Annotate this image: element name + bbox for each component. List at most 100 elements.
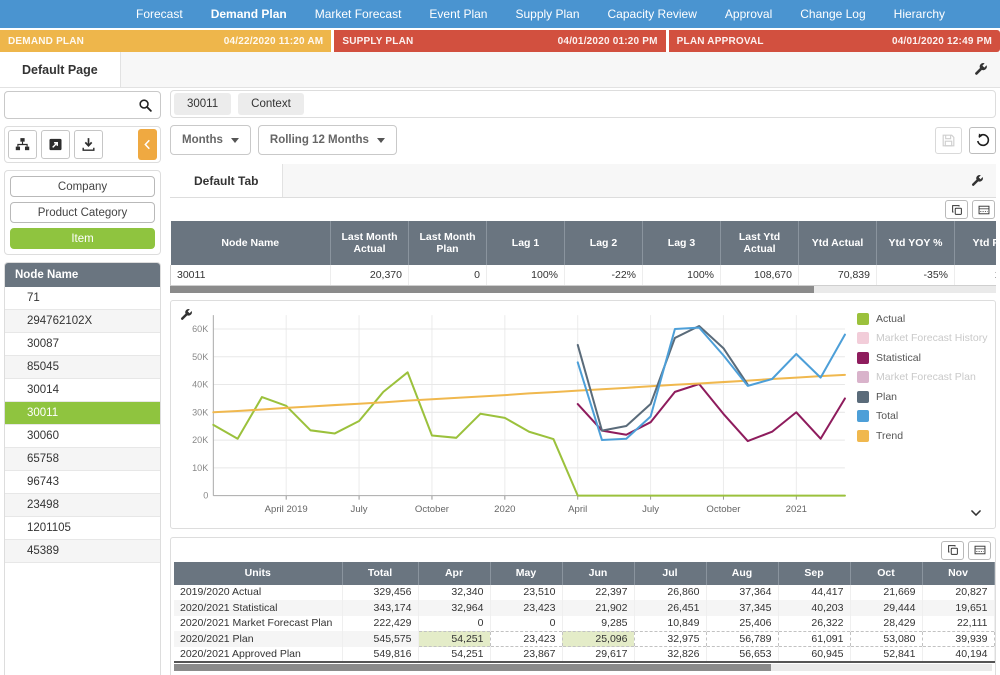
- dropdown-months[interactable]: Months: [170, 125, 251, 155]
- summary-col-last-month-plan[interactable]: Last Month Plan: [409, 221, 487, 265]
- detail-col-aug[interactable]: Aug: [706, 562, 778, 585]
- detail-col-may[interactable]: May: [490, 562, 562, 585]
- hierarchy-view-button[interactable]: [8, 130, 37, 159]
- detail-cell[interactable]: 54,251: [418, 631, 490, 647]
- detail-col-oct[interactable]: Oct: [850, 562, 922, 585]
- detail-cell: 343,174: [342, 600, 418, 616]
- summary-cell: 100%: [643, 265, 721, 285]
- scrollbar-thumb[interactable]: [174, 664, 771, 671]
- node-list-item[interactable]: 65758: [5, 448, 160, 471]
- node-list-item[interactable]: 1201105: [5, 517, 160, 540]
- nav-item-supply-plan[interactable]: Supply Plan: [501, 0, 593, 28]
- context-button-context[interactable]: Context: [238, 93, 304, 115]
- copy-grid-button[interactable]: [941, 541, 964, 560]
- detail-cell: 52,841: [850, 647, 922, 663]
- chart-collapse-chevron-down-icon[interactable]: [969, 506, 983, 520]
- node-list-item[interactable]: 23498: [5, 494, 160, 517]
- detail-horizontal-scrollbar[interactable]: [174, 664, 992, 671]
- export-icon: [977, 203, 991, 217]
- nav-item-forecast[interactable]: Forecast: [122, 0, 197, 28]
- detail-col-apr[interactable]: Apr: [418, 562, 490, 585]
- legend-label: Actual: [876, 313, 905, 325]
- legend-item-market-forecast-plan[interactable]: Market Forecast Plan: [857, 371, 991, 383]
- series-trend: [213, 374, 845, 411]
- nav-item-event-plan[interactable]: Event Plan: [415, 0, 501, 28]
- legend-swatch: [857, 352, 869, 364]
- nav-item-demand-plan[interactable]: Demand Plan: [197, 0, 301, 28]
- detail-col-sep[interactable]: Sep: [778, 562, 850, 585]
- open-external-button[interactable]: [41, 130, 70, 159]
- context-button-30011[interactable]: 30011: [174, 93, 231, 115]
- detail-cell: 32,964: [418, 600, 490, 616]
- summary-horizontal-scrollbar[interactable]: [170, 286, 996, 293]
- chart-settings-wrench-icon[interactable]: [179, 308, 193, 322]
- summary-col-last-ytd-actual[interactable]: Last Ytd Actual: [721, 221, 799, 265]
- detail-cell[interactable]: 39,939: [922, 631, 994, 647]
- nav-item-change-log[interactable]: Change Log: [786, 0, 879, 28]
- detail-row-label: 2019/2020 Actual: [174, 585, 342, 601]
- hierarchy-level-buttons: Company Product Category Item: [4, 170, 161, 255]
- node-list-item[interactable]: 71: [5, 287, 160, 310]
- legend-item-actual[interactable]: Actual: [857, 313, 991, 325]
- node-list-item[interactable]: 30060: [5, 425, 160, 448]
- detail-col-jul[interactable]: Jul: [634, 562, 706, 585]
- summary-col-lag-1[interactable]: Lag 1: [487, 221, 565, 265]
- nav-item-market-forecast[interactable]: Market Forecast: [301, 0, 416, 28]
- detail-col-units[interactable]: Units: [174, 562, 342, 585]
- node-list-item[interactable]: 30087: [5, 333, 160, 356]
- legend-item-market-forecast-history[interactable]: Market Forecast History: [857, 332, 991, 344]
- level-button-item[interactable]: Item: [10, 228, 155, 249]
- level-button-product-category[interactable]: Product Category: [10, 202, 155, 223]
- summary-col-ytd-actual[interactable]: Ytd Actual: [799, 221, 877, 265]
- refresh-button[interactable]: [969, 127, 996, 154]
- legend-item-plan[interactable]: Plan: [857, 391, 991, 403]
- save-button[interactable]: [935, 127, 962, 154]
- nav-item-capacity-review[interactable]: Capacity Review: [594, 0, 711, 28]
- sidebar-collapse-button[interactable]: [138, 129, 157, 160]
- copy-grid-button[interactable]: [945, 200, 968, 219]
- page-settings-wrench-icon[interactable]: [961, 52, 1000, 87]
- legend-label: Total: [876, 410, 898, 422]
- level-button-company[interactable]: Company: [10, 176, 155, 197]
- detail-cell[interactable]: 61,091: [778, 631, 850, 647]
- node-list-item[interactable]: 85045: [5, 356, 160, 379]
- legend-item-trend[interactable]: Trend: [857, 430, 991, 442]
- export-grid-button[interactable]: [972, 200, 995, 219]
- summary-col-ytd-yoy-[interactable]: Ytd YOY %: [877, 221, 955, 265]
- detail-col-jun[interactable]: Jun: [562, 562, 634, 585]
- scrollbar-thumb[interactable]: [170, 286, 814, 293]
- tab-default-page[interactable]: Default Page: [0, 52, 121, 87]
- detail-cell[interactable]: 56,789: [706, 631, 778, 647]
- node-list-item[interactable]: 294762102X: [5, 310, 160, 333]
- dropdown-rolling-12-months[interactable]: Rolling 12 Months: [258, 125, 397, 155]
- node-list-item[interactable]: 30011: [5, 402, 160, 425]
- node-list-item[interactable]: 30014: [5, 379, 160, 402]
- summary-col-lag-3[interactable]: Lag 3: [643, 221, 721, 265]
- detail-cell[interactable]: 23,423: [490, 631, 562, 647]
- detail-cell[interactable]: 53,080: [850, 631, 922, 647]
- summary-col-node-name[interactable]: Node Name: [171, 221, 331, 265]
- view-settings-wrench-icon[interactable]: [958, 164, 996, 197]
- summary-col-lag-2[interactable]: Lag 2: [565, 221, 643, 265]
- detail-cell[interactable]: 32,975: [634, 631, 706, 647]
- node-list-item[interactable]: 45389: [5, 540, 160, 563]
- tab-default-tab[interactable]: Default Tab: [170, 164, 283, 197]
- legend-item-statistical[interactable]: Statistical: [857, 352, 991, 364]
- download-button[interactable]: [74, 130, 103, 159]
- legend-swatch: [857, 332, 869, 344]
- detail-col-nov[interactable]: Nov: [922, 562, 994, 585]
- summary-col-last-month-actual[interactable]: Last Month Actual: [331, 221, 409, 265]
- detail-cell: 29,444: [850, 600, 922, 616]
- search-input[interactable]: [5, 98, 130, 112]
- node-list-item[interactable]: 96743: [5, 471, 160, 494]
- detail-cell: 549,816: [342, 647, 418, 663]
- legend-item-total[interactable]: Total: [857, 410, 991, 422]
- export-grid-button[interactable]: [968, 541, 991, 560]
- search-button[interactable]: [130, 92, 160, 118]
- detail-cell[interactable]: 25,096: [562, 631, 634, 647]
- detail-col-total[interactable]: Total: [342, 562, 418, 585]
- nav-item-approval[interactable]: Approval: [711, 0, 786, 28]
- legend-swatch: [857, 391, 869, 403]
- nav-item-hierarchy[interactable]: Hierarchy: [880, 0, 959, 28]
- summary-col-ytd-plan[interactable]: Ytd Plan: [955, 221, 997, 265]
